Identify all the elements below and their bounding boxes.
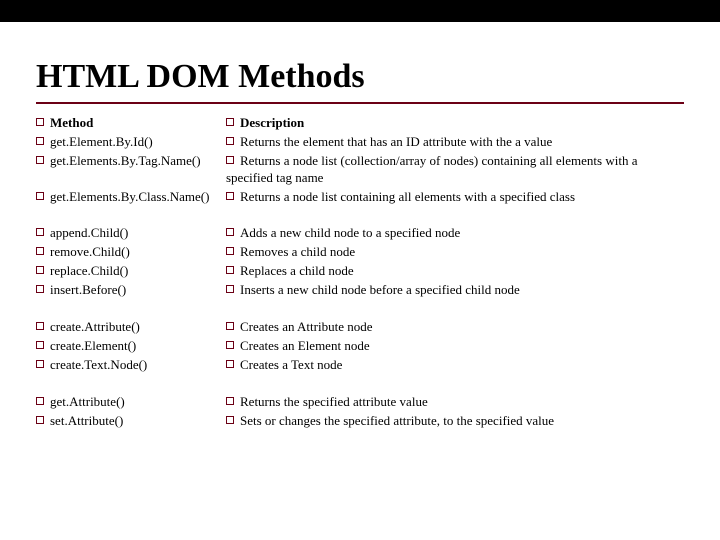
- method-description: Creates a Text node: [240, 357, 342, 372]
- method-description: Removes a child node: [240, 244, 355, 259]
- method-name: create.Attribute(): [50, 319, 140, 334]
- window-top-bar: [0, 0, 720, 22]
- method-description: Adds a new child node to a specified nod…: [240, 225, 460, 240]
- method-description: Returns a node list (collection/array of…: [226, 153, 637, 185]
- method-description: Returns the element that has an ID attri…: [240, 134, 552, 149]
- method-name: get.Attribute(): [50, 394, 125, 409]
- square-bullet-icon: [226, 137, 234, 145]
- square-bullet-icon: [36, 228, 44, 236]
- method-description: Creates an Element node: [240, 338, 370, 353]
- square-bullet-icon: [36, 322, 44, 330]
- page-title: HTML DOM Methods: [36, 58, 684, 96]
- table-row: insert.Before() Inserts a new child node…: [36, 281, 684, 300]
- table-header-row: Method Description: [36, 114, 684, 133]
- square-bullet-icon: [226, 416, 234, 424]
- square-bullet-icon: [36, 341, 44, 349]
- square-bullet-icon: [36, 266, 44, 274]
- method-name: append.Child(): [50, 225, 128, 240]
- square-bullet-icon: [226, 192, 234, 200]
- table-row: set.Attribute() Sets or changes the spec…: [36, 412, 684, 431]
- square-bullet-icon: [226, 397, 234, 405]
- square-bullet-icon: [226, 266, 234, 274]
- square-bullet-icon: [226, 118, 234, 126]
- table-row: remove.Child() Removes a child node: [36, 243, 684, 262]
- square-bullet-icon: [226, 156, 234, 164]
- square-bullet-icon: [226, 285, 234, 293]
- method-name: set.Attribute(): [50, 413, 123, 428]
- table-row: create.Attribute() Creates an Attribute …: [36, 318, 684, 337]
- method-description: Returns a node list containing all eleme…: [240, 189, 575, 204]
- table-row: create.Text.Node() Creates a Text node: [36, 356, 684, 375]
- square-bullet-icon: [36, 360, 44, 368]
- method-name: get.Elements.By.Tag.Name(): [50, 153, 201, 168]
- table-row: get.Elements.By.Class.Name() Returns a n…: [36, 188, 684, 207]
- method-description: Replaces a child node: [240, 263, 354, 278]
- method-name: remove.Child(): [50, 244, 130, 259]
- method-name: create.Element(): [50, 338, 136, 353]
- table-row: get.Elements.By.Tag.Name() Returns a nod…: [36, 152, 684, 188]
- table-row: replace.Child() Replaces a child node: [36, 262, 684, 281]
- method-name: get.Element.By.Id(): [50, 134, 153, 149]
- square-bullet-icon: [36, 118, 44, 126]
- method-name: insert.Before(): [50, 282, 126, 297]
- header-method: Method: [50, 115, 93, 130]
- table-row: get.Attribute() Returns the specified at…: [36, 393, 684, 412]
- square-bullet-icon: [226, 247, 234, 255]
- square-bullet-icon: [226, 322, 234, 330]
- method-name: create.Text.Node(): [50, 357, 147, 372]
- method-name: replace.Child(): [50, 263, 128, 278]
- table-row: append.Child() Adds a new child node to …: [36, 224, 684, 243]
- square-bullet-icon: [226, 360, 234, 368]
- square-bullet-icon: [36, 156, 44, 164]
- square-bullet-icon: [36, 247, 44, 255]
- square-bullet-icon: [36, 416, 44, 424]
- square-bullet-icon: [226, 228, 234, 236]
- square-bullet-icon: [36, 397, 44, 405]
- square-bullet-icon: [226, 341, 234, 349]
- method-name: get.Elements.By.Class.Name(): [50, 189, 209, 204]
- header-description: Description: [240, 115, 304, 130]
- method-description: Sets or changes the specified attribute,…: [240, 413, 554, 428]
- square-bullet-icon: [36, 285, 44, 293]
- method-description: Creates an Attribute node: [240, 319, 373, 334]
- square-bullet-icon: [36, 192, 44, 200]
- method-description: Inserts a new child node before a specif…: [240, 282, 520, 297]
- table-row: create.Element() Creates an Element node: [36, 337, 684, 356]
- method-description: Returns the specified attribute value: [240, 394, 428, 409]
- table-row: get.Element.By.Id() Returns the element …: [36, 133, 684, 152]
- square-bullet-icon: [36, 137, 44, 145]
- title-rule: [36, 102, 684, 104]
- methods-table: Method Description get.Element.By.Id() R…: [36, 114, 684, 430]
